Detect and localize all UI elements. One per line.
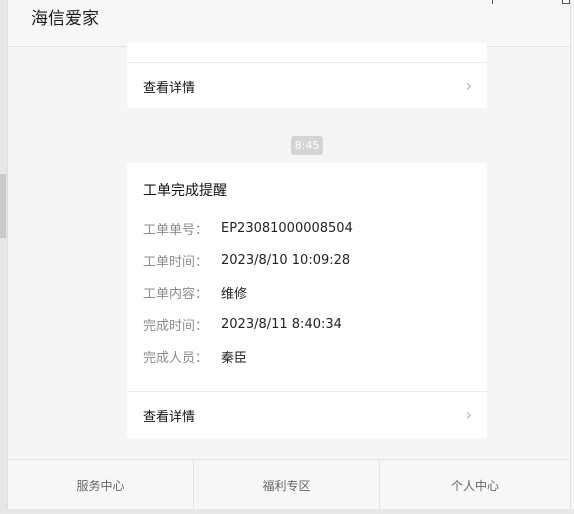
field-label: 工单单号：	[143, 222, 209, 238]
field-value: 秦臣	[221, 350, 248, 366]
view-details-label: 查看详情	[143, 409, 196, 425]
tab-personal-center[interactable]: 个人中心	[380, 460, 570, 510]
order-number-field: 工单单号： EP23081000008504	[143, 218, 353, 238]
field-value: 2023/8/11 8:40:34	[221, 316, 342, 332]
chat-header: 海信爱家	[8, 0, 570, 47]
order-time-field: 工单时间： 2023/8/10 10:09:28	[143, 250, 350, 270]
card-title: 工单完成提醒	[143, 183, 227, 199]
field-label: 完成时间：	[143, 318, 209, 334]
message-list: 查看详情 › 8:45 工单完成提醒 工单单号： EP2308100000850…	[8, 43, 570, 459]
order-completion-card: 工单完成提醒 工单单号： EP23081000008504 工单时间： 2023…	[127, 163, 487, 438]
field-label: 完成人员：	[143, 350, 209, 366]
window-control-mark	[492, 0, 493, 4]
tab-welfare-zone[interactable]: 福利专区	[194, 460, 380, 510]
window-bottom-edge	[0, 509, 574, 514]
chat-title: 海信爱家	[31, 9, 99, 29]
bottom-menu: 服务中心 福利专区 个人中心	[8, 459, 570, 510]
window-control-mark	[562, 0, 570, 4]
field-value: 2023/8/10 10:09:28	[221, 252, 351, 268]
right-edge	[570, 0, 574, 514]
order-content-field: 工单内容： 维修	[143, 282, 247, 302]
chevron-right-icon: ›	[465, 405, 472, 424]
message-card: 查看详情 ›	[127, 43, 487, 108]
field-label: 工单时间：	[143, 254, 209, 270]
field-label: 工单内容：	[143, 286, 209, 302]
view-details-link[interactable]: 查看详情 ›	[127, 392, 487, 438]
completion-time-field: 完成时间： 2023/8/11 8:40:34	[143, 314, 342, 334]
scrollbar-thumb[interactable]	[0, 174, 6, 238]
completed-by-field: 完成人员： 秦臣	[143, 346, 247, 366]
view-details-link[interactable]: 查看详情 ›	[127, 63, 487, 109]
left-scroll-strip	[0, 0, 8, 514]
field-value: EP23081000008504	[221, 220, 353, 236]
message-timestamp: 8:45	[291, 136, 323, 155]
chevron-right-icon: ›	[465, 76, 472, 95]
tab-service-center[interactable]: 服务中心	[8, 460, 194, 510]
view-details-label: 查看详情	[143, 80, 196, 96]
field-value: 维修	[221, 286, 248, 302]
